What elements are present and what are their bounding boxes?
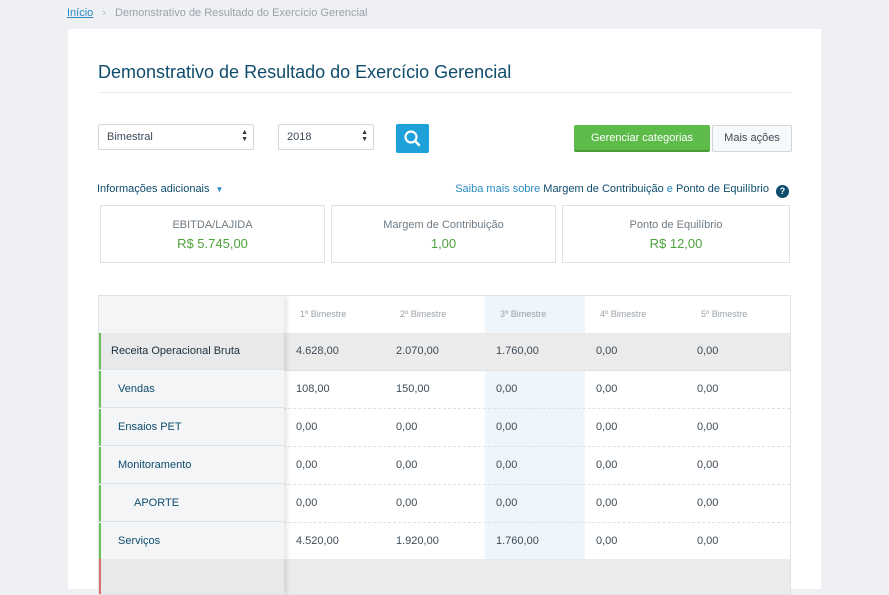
table-cell: 4.628,00 [296, 345, 339, 357]
select-arrows-icon: ▲ ▼ [361, 129, 368, 143]
row-label[interactable]: Vendas [99, 371, 284, 408]
manage-categories-button[interactable]: Gerenciar categorias [574, 125, 710, 152]
title-divider [98, 92, 791, 93]
column-header: 3º Bimestre [500, 309, 547, 319]
report-card: Demonstrativo de Resultado do Exercício … [68, 29, 821, 595]
results-table: 1º Bimestre 2º Bimestre 3º Bimestre 4º B… [98, 295, 791, 595]
row-label[interactable]: Monitoramento [99, 447, 284, 484]
row-label[interactable]: Ensaios PET [99, 409, 284, 446]
kpi-value: 1,00 [430, 236, 457, 251]
breadcrumb-separator: › [102, 7, 106, 19]
table-cell: 0,00 [697, 497, 719, 509]
page-title: Demonstrativo de Resultado do Exercício … [98, 62, 512, 82]
learn-more-and: e [666, 183, 673, 195]
year-select[interactable]: 2018 ▲ ▼ [278, 124, 374, 150]
table-cell: 0,00 [396, 459, 418, 471]
table-cell: 0,00 [396, 497, 418, 509]
row-label[interactable]: Serviços [99, 523, 284, 560]
table-cell: 0,00 [596, 345, 618, 357]
table-cell: 0,00 [596, 459, 618, 471]
column-header: 2º Bimestre [400, 309, 447, 319]
more-actions-button[interactable]: Mais ações [712, 125, 792, 152]
table-cell: 4.520,00 [296, 535, 339, 547]
kpi-value: R$ 12,00 [649, 236, 703, 251]
search-icon [404, 130, 421, 147]
table-cell: 0,00 [697, 345, 719, 357]
kpi-label: Margem de Contribuição [383, 219, 504, 231]
table-cell: 0,00 [396, 421, 418, 433]
breadcrumb-current: Demonstrativo de Resultado do Exercício … [114, 7, 368, 19]
row-label-partial [99, 559, 284, 594]
table-cell: 1.760,00 [496, 345, 539, 357]
kpi-value: R$ 5.745,00 [177, 236, 248, 251]
table-cell: 108,00 [296, 383, 330, 395]
table-cell: 0,00 [697, 535, 719, 547]
kpi-card-contribution-margin: Margem de Contribuição 1,00 [331, 205, 556, 263]
table-cell: 0,00 [296, 459, 318, 471]
table-cell: 0,00 [596, 497, 618, 509]
table-cell: 0,00 [296, 421, 318, 433]
caret-down-icon: ▼ [215, 185, 224, 194]
breadcrumb: Início › Demonstrativo de Resultado do Exe… [67, 7, 367, 19]
break-even-link[interactable]: Ponto de Equilíbrio [676, 183, 769, 195]
table-cell: 150,00 [396, 383, 430, 395]
table-cell: 0,00 [697, 421, 719, 433]
kpi-card-ebitda: EBITDA/LAJIDA R$ 5.745,00 [100, 205, 325, 263]
table-cell: 0,00 [697, 383, 719, 395]
row-label[interactable]: APORTE [99, 485, 284, 522]
table-cell: 0,00 [496, 421, 518, 433]
row-label[interactable]: Receita Operacional Bruta [99, 333, 284, 370]
help-icon[interactable]: ? [776, 185, 789, 198]
table-cell: 0,00 [596, 535, 618, 547]
additional-info-toggle[interactable]: Informações adicionais ▼ [97, 183, 223, 195]
learn-more: Saiba mais sobre Margem de Contribuição … [455, 183, 789, 198]
table-cell: 1.760,00 [496, 535, 539, 547]
learn-more-prefix: Saiba mais sobre [455, 183, 541, 195]
table-cell: 0,00 [496, 383, 518, 395]
breadcrumb-home-link[interactable]: Início [67, 7, 93, 19]
period-select[interactable]: Bimestral ▲ ▼ [98, 124, 254, 150]
additional-info-label: Informações adicionais [97, 183, 210, 195]
table-cell: 0,00 [296, 497, 318, 509]
contribution-margin-link[interactable]: Margem de Contribuição [543, 183, 663, 195]
year-select-value: 2018 [287, 131, 312, 143]
table-cell: 2.070,00 [396, 345, 439, 357]
table-cell: 1.920,00 [396, 535, 439, 547]
kpi-label: EBITDA/LAJIDA [172, 219, 253, 231]
kpi-card-break-even: Ponto de Equilíbrio R$ 12,00 [562, 205, 790, 263]
select-arrows-icon: ▲ ▼ [241, 129, 248, 143]
column-header: 4º Bimestre [600, 309, 647, 319]
period-select-value: Bimestral [107, 131, 153, 143]
table-cell: 0,00 [697, 459, 719, 471]
table-cell: 0,00 [596, 383, 618, 395]
table-cell: 0,00 [496, 459, 518, 471]
column-header: 5º Bimestre [701, 309, 748, 319]
column-header: 1º Bimestre [300, 309, 347, 319]
search-button[interactable] [396, 124, 429, 153]
table-cell: 0,00 [496, 497, 518, 509]
table-cell: 0,00 [596, 421, 618, 433]
kpi-label: Ponto de Equilíbrio [629, 219, 723, 231]
